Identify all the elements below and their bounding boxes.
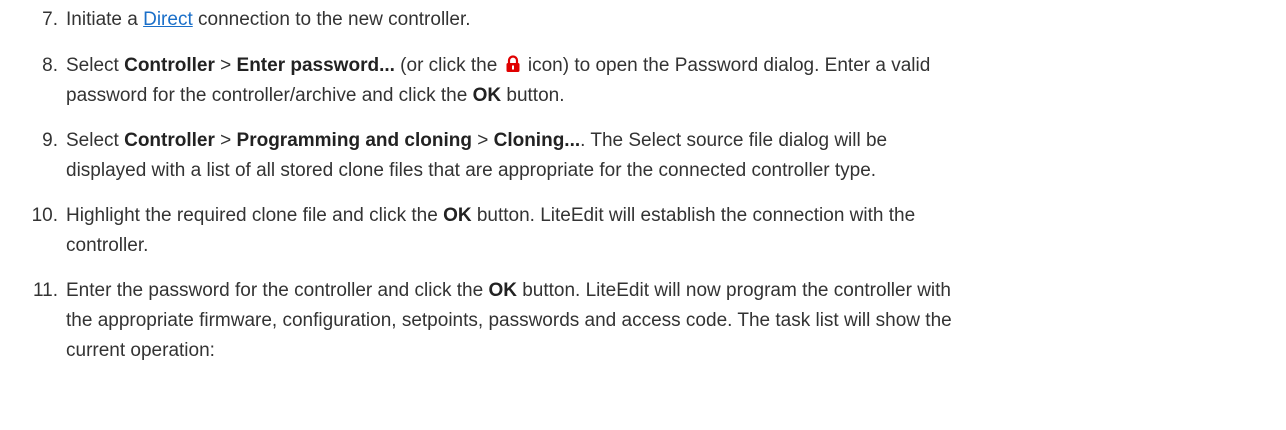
text-run: the appropriate firmware, configuration,… [66, 310, 952, 331]
text-run: Enter the password for the controller an… [66, 280, 489, 301]
text-run: Select [66, 55, 125, 76]
step-text: Select Controller > Enter password... (o… [66, 51, 1266, 111]
text-run: Initiate a [66, 9, 144, 30]
text-run: controller. [66, 235, 149, 256]
step-number: 9. [42, 130, 58, 151]
step-text: Select Controller > Programming and clon… [66, 126, 1266, 186]
text-run: (or click the [394, 55, 503, 76]
text-run: Highlight the required clone file and cl… [66, 205, 444, 226]
lock-icon [505, 53, 521, 72]
text-run: . The Select source file dialog will be [580, 130, 888, 151]
ok-label: OK [488, 280, 517, 301]
menu-programming-and-cloning: Programming and cloning [236, 130, 472, 151]
step-number: 11. [32, 280, 58, 301]
text-run: > [214, 130, 237, 151]
ok-label: OK [443, 205, 472, 226]
text-run: > [214, 55, 237, 76]
step-text: Enter the password for the controller an… [66, 276, 1266, 366]
step-text: Highlight the required clone file and cl… [66, 201, 1266, 261]
text-run: icon) to open the Password dialog. Enter… [522, 55, 931, 76]
step-number: 7. [42, 9, 58, 30]
step-number: 8. [42, 55, 58, 76]
text-run: connection to the new controller. [192, 9, 471, 30]
step-number: 10. [31, 205, 58, 226]
ok-label: OK [472, 85, 502, 106]
text-run: Select [66, 130, 125, 151]
text-run: current operation: [66, 340, 215, 361]
direct-link[interactable]: Direct [143, 9, 193, 30]
text-run: button. [501, 85, 565, 106]
menu-controller: Controller [124, 130, 215, 151]
menu-enter-password: Enter password... [236, 55, 395, 76]
text-run: password for the controller/archive and … [66, 85, 473, 106]
menu-controller: Controller [124, 55, 215, 76]
step-text: Initiate a Direct connection to the new … [66, 5, 1266, 35]
text-run: > [471, 130, 494, 151]
instruction-steps: 7. Initiate a Direct connection to the n… [0, 0, 1286, 430]
text-run: button. LiteEdit will establish the conn… [471, 205, 916, 226]
text-run: displayed with a list of all stored clon… [66, 160, 877, 181]
text-run: button. LiteEdit will now program the co… [516, 280, 951, 301]
menu-cloning: Cloning... [493, 130, 581, 151]
